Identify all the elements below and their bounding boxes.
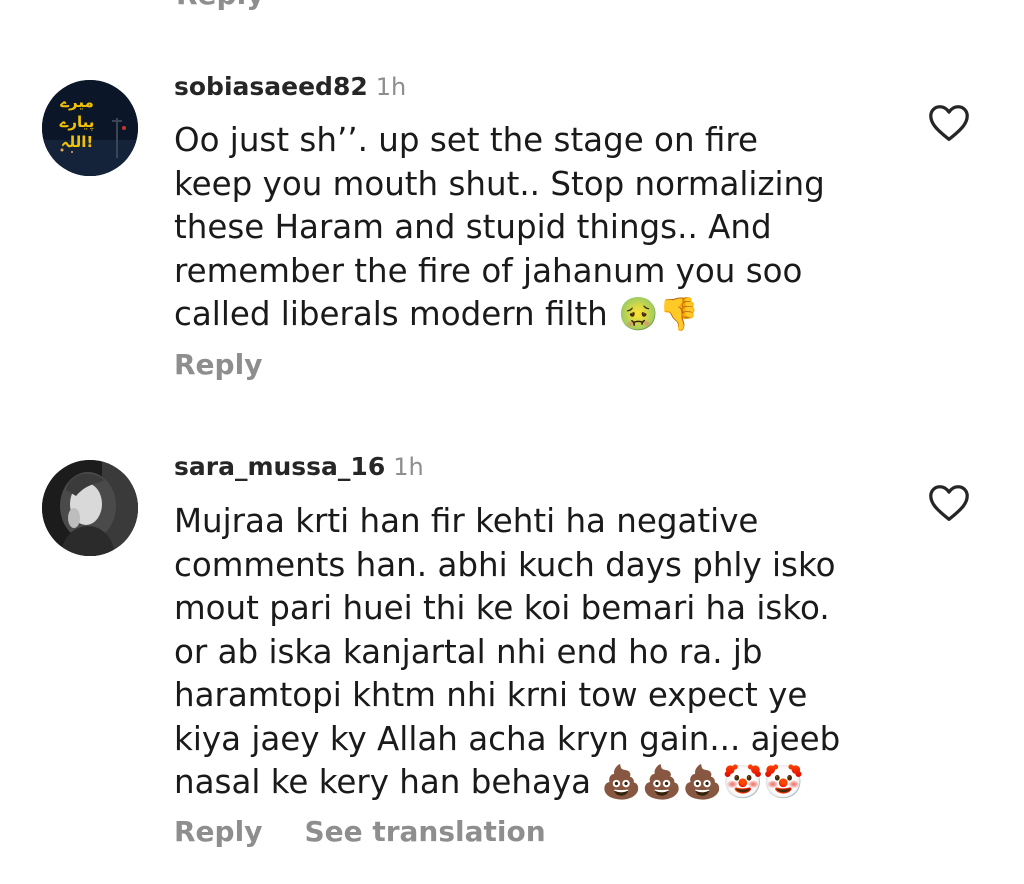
comment-line: Mujraa krti han fir kehti ha negative	[174, 502, 759, 540]
comment-line: called liberals modern filth 🤢👎	[174, 295, 700, 333]
username-row: sobiasaeed82 1h	[174, 72, 406, 101]
timestamp: 1h	[375, 73, 407, 101]
comment-actions: Reply	[174, 348, 304, 381]
comment-line: haramtopi khtm nhi krni tow expect ye	[174, 676, 808, 714]
avatar[interactable]: میرے پیارے اللہ!	[42, 80, 138, 176]
heart-outline-icon[interactable]	[926, 480, 972, 526]
heart-outline-icon[interactable]	[926, 100, 972, 146]
see-translation-button[interactable]: See translation	[304, 815, 545, 848]
timestamp: 1h	[393, 453, 424, 481]
comment-text: Oo just sh’’. up set the stage on fire k…	[174, 119, 874, 337]
comment-text: Mujraa krti han fir kehti ha negative co…	[174, 500, 874, 805]
comment-line: or ab iska kanjartal nhi end ho ra. jb	[174, 632, 763, 671]
comment-line: mout pari huei thi ke koi bemari ha isko…	[174, 589, 830, 627]
comment-line: keep you mouth shut.. Stop normalizing	[174, 164, 825, 203]
comment-line: kiya jaey ky Allah acha kryn gain... aje…	[174, 719, 841, 758]
comment-line: nasal ke kery han behaya 💩💩💩🤡🤡	[174, 763, 804, 801]
reply-button[interactable]: Reply	[174, 815, 262, 848]
avatar-image	[42, 460, 138, 556]
username[interactable]: sara_mussa_16	[174, 452, 385, 481]
previous-reply-button[interactable]: Reply	[176, 0, 264, 11]
reply-button[interactable]: Reply	[174, 348, 262, 381]
avatar[interactable]	[42, 460, 138, 556]
comment-line: these Haram and stupid things.. And	[174, 208, 772, 246]
username-row: sara_mussa_16 1h	[174, 452, 424, 481]
comment-actions: Reply See translation	[174, 815, 588, 848]
comment-line: Oo just sh’’. up set the stage on fire	[174, 121, 758, 159]
comment-line: remember the fire of jahanum you soo	[174, 251, 803, 290]
username[interactable]: sobiasaeed82	[174, 72, 368, 101]
comment-line: comments han. abhi kuch days phly isko	[174, 545, 836, 584]
avatar-calligraphy: میرے پیارے اللہ!	[59, 93, 95, 151]
